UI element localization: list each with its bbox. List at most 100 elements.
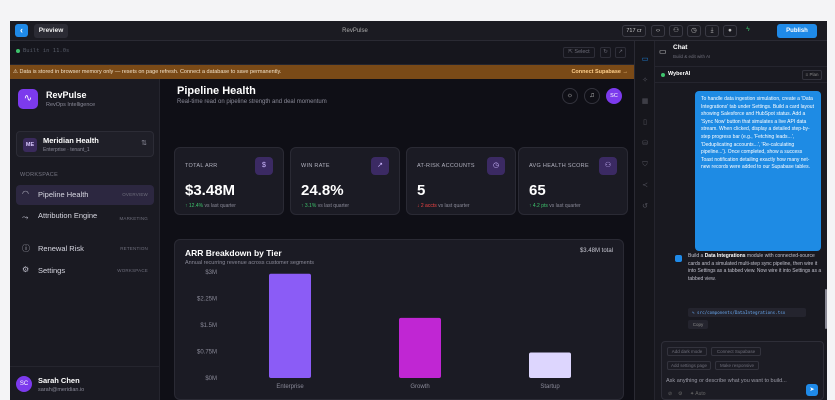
kpi-delta-value: ↓ 2 accts <box>417 203 437 209</box>
kpi-label: AVG HEALTH SCORE <box>529 163 589 169</box>
sidebar-item-pipeline-health[interactable]: ◠ Pipeline Health OVERVIEW <box>16 185 154 205</box>
suggestion-chip[interactable]: Add settings page <box>667 361 711 370</box>
kpi-delta-note: vs last quarter <box>317 203 350 209</box>
download-icon[interactable]: ⤓ <box>705 25 719 37</box>
sidebar-item-renewal-risk[interactable]: ⓘ Renewal Risk RETENTION <box>16 239 154 259</box>
warning-text: Data is stored in browser memory only — … <box>19 69 282 75</box>
y-tick-label: $2.25M <box>197 297 217 303</box>
sidebar-item-label: Settings <box>38 266 66 275</box>
users-icon[interactable]: ⚇ <box>669 25 683 37</box>
header-avatar[interactable]: SC <box>606 88 622 104</box>
kpi-label: TOTAL ARR <box>185 163 218 169</box>
bar-enterprise[interactable] <box>269 273 311 378</box>
chat-composer: Add dark mode Connect Supabase Add setti… <box>661 341 824 400</box>
bell-icon[interactable]: ♫ <box>584 88 600 104</box>
connect-supabase-link[interactable]: Connect Supabase → <box>571 65 628 79</box>
project-title: RevPulse <box>342 28 368 34</box>
users-icon: ⚇ <box>599 157 617 175</box>
section-label: WORKSPACE <box>20 172 59 178</box>
bar-growth[interactable] <box>399 317 441 378</box>
mode-selector[interactable]: ✦ Auto <box>690 391 706 397</box>
kpi-card-total-arr: TOTAL ARR $ $3.48M ↑ 12.4% vs last quart… <box>174 147 284 215</box>
select-button[interactable]: ⇱ Select <box>563 47 595 58</box>
suggestion-chip[interactable]: Make responsive <box>715 361 759 370</box>
build-status: Built in 11.0s <box>16 48 69 54</box>
agent-row: WyberAI ≡ Plan <box>655 67 827 83</box>
agent-status-dot <box>661 73 665 77</box>
kpi-value: 24.8% <box>301 182 344 199</box>
sidebar-item-tag: OVERVIEW <box>122 192 148 197</box>
preview-statusbar: Built in 11.0s ⇱ Select ↻ ↗ <box>10 41 634 65</box>
chart-total: $3.48M total <box>579 248 613 254</box>
theme-toggle-icon[interactable]: ☼ <box>562 88 578 104</box>
brand-name: RevPulse <box>46 90 87 100</box>
shield-icon[interactable]: ⛉ <box>640 160 650 170</box>
chat-scrollbar[interactable] <box>825 289 827 329</box>
assistant-message: Build a Data Integrations module with co… <box>688 253 822 283</box>
org-switcher[interactable]: ME Meridian Health Enterprise · tenant_1… <box>16 131 154 157</box>
external-icon[interactable]: ↗ <box>615 47 626 58</box>
tool-rail: ▭ ✧ ▦ ▯ ⛁ ⛉ ≺ ↺ <box>635 41 655 400</box>
x-tick-label: Enterprise <box>276 384 304 390</box>
settings-icon[interactable]: ⚙ <box>678 391 682 397</box>
chart-title: ARR Breakdown by Tier <box>185 248 282 258</box>
agent-name: WyberAI <box>668 71 691 77</box>
page-subtitle: Real-time read on pipeline strength and … <box>177 99 327 105</box>
chat-icon[interactable]: ▭ <box>640 55 650 65</box>
sidebar-item-label: Pipeline Health <box>38 190 89 199</box>
sparkle-icon[interactable]: ✧ <box>640 76 650 86</box>
file-icon[interactable]: ▯ <box>640 118 650 128</box>
database-icon[interactable]: ⛁ <box>640 139 650 149</box>
history-icon[interactable]: ↺ <box>640 202 650 212</box>
chat-panel: ▭ ✧ ▦ ▯ ⛁ ⛉ ≺ ↺ ▭ Chat Build & edit with… <box>634 41 827 400</box>
route-icon: ⤳ <box>22 213 29 222</box>
kpi-card-health-score: AVG HEALTH SCORE ⚇ 65 ↑ 4.2 pts vs last … <box>518 147 628 215</box>
user-message: To handle data ingestion simulation, cre… <box>695 91 821 251</box>
clock-icon: ◷ <box>487 157 505 175</box>
github-icon[interactable]: ● <box>723 25 737 37</box>
suggestion-chip[interactable]: Connect Supabase <box>711 347 761 356</box>
avatar: SC <box>16 376 32 392</box>
kpi-delta-value: ↑ 3.1% <box>301 203 317 209</box>
collapse-icon[interactable]: ‹ <box>15 24 28 37</box>
alert-circle-icon: ⓘ <box>22 244 30 253</box>
share-icon[interactable]: ≺ <box>640 181 650 191</box>
gauge-icon: ◠ <box>22 189 29 198</box>
kpi-label: WIN RATE <box>301 163 330 169</box>
assistant-bold: Data Integrations <box>704 253 746 259</box>
suggestion-chip[interactable]: Add dark mode <box>667 347 707 356</box>
bolt-icon[interactable]: ϟ <box>741 25 755 37</box>
credits-badge[interactable]: 717 cr <box>622 25 646 37</box>
sidebar-item-tag: WORKSPACE <box>117 268 148 273</box>
kpi-value: $3.48M <box>185 182 236 199</box>
copy-button[interactable]: Copy <box>688 320 708 329</box>
chat-input[interactable]: Ask anything or describe what you want t… <box>666 378 787 384</box>
kpi-label: AT-RISK ACCOUNTS <box>417 163 475 169</box>
sidebar-item-settings[interactable]: ⚙ Settings WORKSPACE <box>16 261 154 281</box>
top-toolbar: ‹ Preview RevPulse 717 cr ‹› ⚇ ◷ ⤓ ● ϟ P… <box>10 21 827 41</box>
refresh-icon[interactable]: ↻ <box>600 47 611 58</box>
chat-title: Chat <box>673 44 688 51</box>
sidebar-item-tag: MARKETING <box>119 216 148 221</box>
sidebar-item-attribution-engine[interactable]: ⤳ Attribution Engine MARKETING <box>16 209 154 233</box>
tab-preview[interactable]: Preview <box>34 24 68 38</box>
plan-label: Plan <box>809 72 819 77</box>
plan-button[interactable]: ≡ Plan <box>802 70 822 80</box>
file-link[interactable]: ✎ src/components/DataIntegrations.tsx <box>688 308 806 317</box>
select-label: Select <box>574 49 590 55</box>
bar-startup[interactable] <box>529 352 571 378</box>
kpi-delta: ↑ 4.2 pts vs last quarter <box>529 203 581 209</box>
attach-icon[interactable]: ⊘ <box>668 391 672 397</box>
user-profile[interactable]: SC Sarah Chen sarah@meridian.io <box>10 366 160 400</box>
grid-icon[interactable]: ▦ <box>640 97 650 107</box>
org-tenant: Enterprise · tenant_1 <box>43 147 90 153</box>
y-tick-label: $0M <box>205 376 217 382</box>
kpi-value: 5 <box>417 182 426 199</box>
kpi-card-at-risk: AT-RISK ACCOUNTS ◷ 5 ↓ 2 accts vs last q… <box>406 147 516 215</box>
publish-button[interactable]: Publish <box>777 24 817 38</box>
send-button[interactable]: ➤ <box>806 384 818 396</box>
code-icon[interactable]: ‹› <box>651 25 665 37</box>
sidebar-item-tag: RETENTION <box>120 246 148 251</box>
kpi-card-win-rate: WIN RATE ↗ 24.8% ↑ 3.1% vs last quarter <box>290 147 400 215</box>
history-icon[interactable]: ◷ <box>687 25 701 37</box>
